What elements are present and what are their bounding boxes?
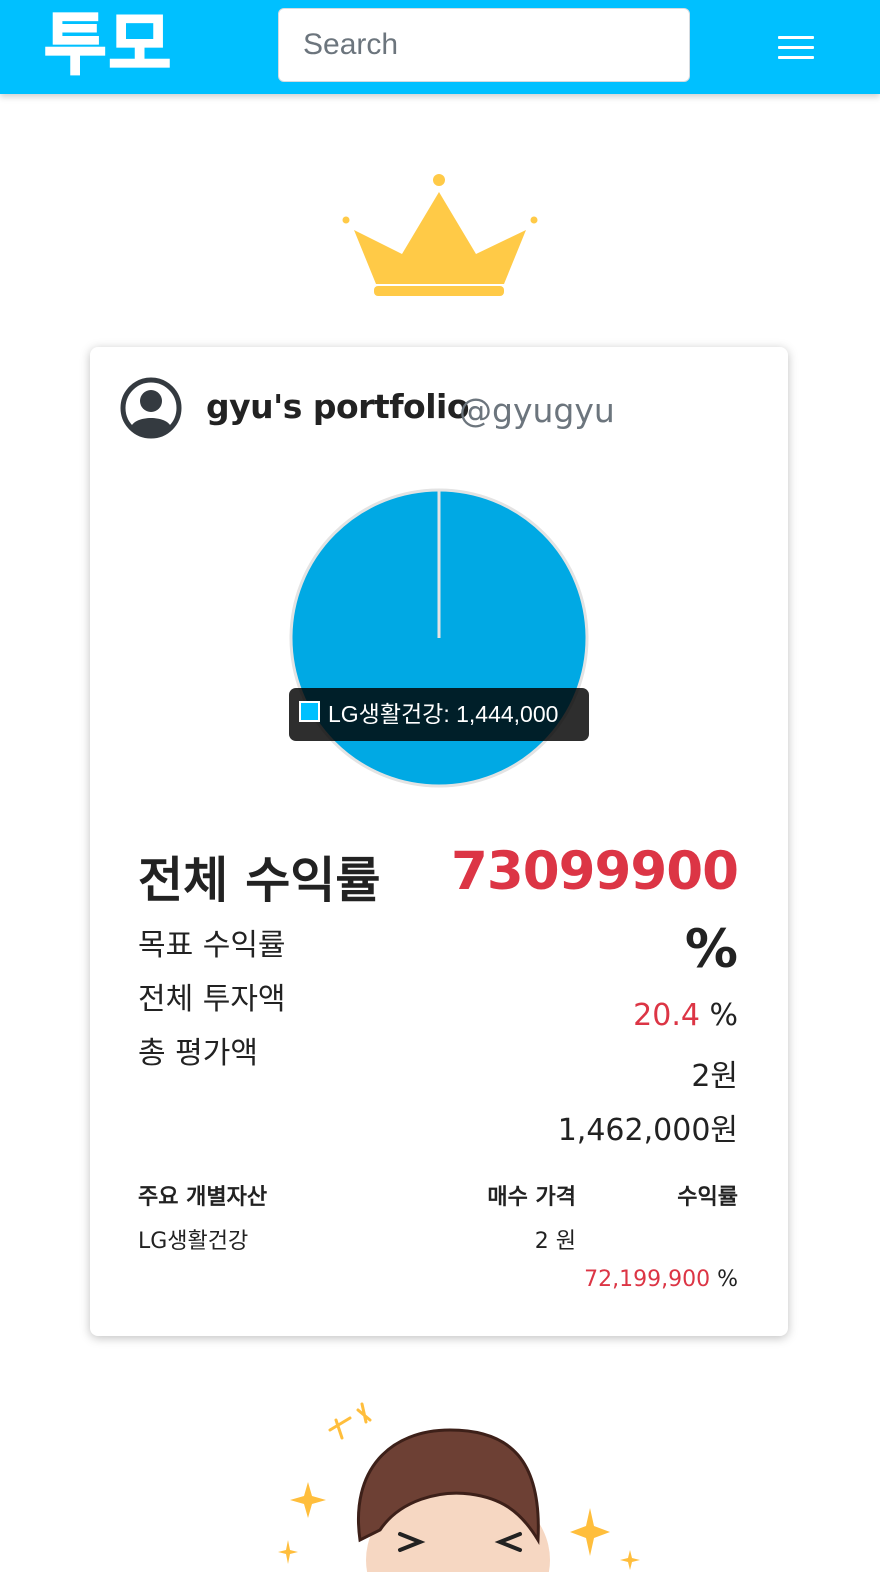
portfolio-title: gyu's portfolio <box>206 387 470 426</box>
search-input[interactable] <box>278 8 690 82</box>
asset-return-value: 72,199,900 <box>584 1267 711 1292</box>
logo[interactable]: 투모 <box>43 4 173 88</box>
navbar: 투모 <box>0 0 880 94</box>
hamburger-menu-icon[interactable] <box>776 33 818 63</box>
total-return-value: 73099900 <box>450 841 739 902</box>
cartoon-character-illustration <box>278 1402 640 1572</box>
chart-tooltip: LG생활건강: 1,444,000 <box>289 688 589 741</box>
assets-header-price: 매수 가격 <box>487 1185 576 1210</box>
assets-header-name: 주요 개별자산 <box>138 1185 268 1210</box>
user-avatar-icon <box>120 377 182 439</box>
target-return-value: 20.4 <box>633 998 700 1033</box>
target-return-label: 목표 수익률 <box>138 928 286 963</box>
portfolio-pie-chart[interactable] <box>288 487 590 789</box>
asset-return-unit: % <box>717 1267 738 1292</box>
total-investment-label: 전체 투자액 <box>138 982 286 1017</box>
portfolio-card: gyu's portfolio @gyugyu LG생활건강: 1,444,00… <box>90 347 788 1336</box>
target-return-unit: % <box>709 998 738 1033</box>
total-valuation-value: 1,462,000원 <box>557 1113 738 1148</box>
user-handle[interactable]: @gyugyu <box>459 391 615 430</box>
total-investment-value: 2원 <box>691 1059 738 1094</box>
tooltip-color-swatch <box>299 701 320 722</box>
crown-icon <box>342 174 538 296</box>
tooltip-label: LG생활건강: 1,444,000 <box>328 701 559 727</box>
total-return-unit: % <box>684 919 738 980</box>
asset-price: 2 원 <box>534 1229 576 1254</box>
target-return-row: 20.4 % <box>633 998 738 1033</box>
asset-name: LG생활건강 <box>138 1229 249 1254</box>
assets-header-return: 수익률 <box>677 1185 738 1210</box>
total-valuation-label: 총 평가액 <box>138 1036 258 1071</box>
total-return-label: 전체 수익률 <box>138 852 381 909</box>
asset-return: 72,199,900 % <box>584 1267 738 1292</box>
